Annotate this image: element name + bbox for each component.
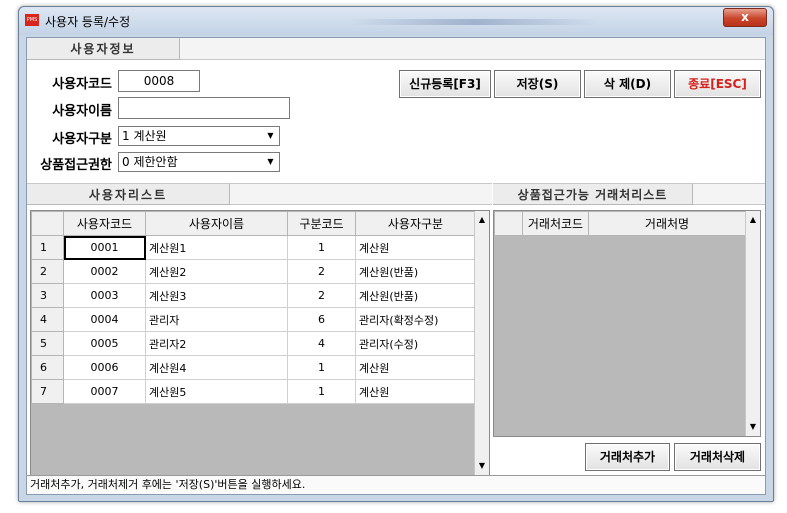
cell-type-code[interactable]: 4 bbox=[287, 331, 356, 356]
status-bar: 거래처추가, 거래처제거 후에는 '저장(S)'버튼을 실행하세요. bbox=[27, 475, 765, 494]
table-row[interactable]: 6 0006 계산원4 1 계산원 bbox=[31, 355, 476, 380]
cell-row-number: 3 bbox=[31, 283, 64, 308]
user-name-label: 사용자이름 bbox=[52, 104, 112, 119]
cell-user-code[interactable]: 0004 bbox=[63, 307, 146, 332]
user-list-body: 1 0001 계산원1 1 계산원 2 0002 계산원2 2 계산원(반품) 3 0003 계산원3 2… bbox=[31, 235, 476, 404]
user-list-header-row: 사용자코드 사용자이름 구분코드 사용자구분 bbox=[31, 211, 476, 236]
cell-row-number: 4 bbox=[31, 307, 64, 332]
new-register-button[interactable]: 신규등록[F3] bbox=[399, 70, 491, 98]
cell-user-code[interactable]: 0005 bbox=[63, 331, 146, 356]
cell-user-name[interactable]: 계산원4 bbox=[145, 355, 288, 380]
cell-user-type[interactable]: 계산원 bbox=[355, 379, 476, 404]
user-name-input[interactable] bbox=[118, 97, 290, 119]
app-icon: PMS bbox=[25, 14, 39, 26]
cell-user-type[interactable]: 계산원 bbox=[355, 355, 476, 380]
col-user-name[interactable]: 사용자이름 bbox=[145, 211, 288, 236]
user-registration-window: PMS 사용자 등록/수정 x 사용자정보 사용자코드 0008 사용자이름 사… bbox=[18, 6, 774, 502]
cell-user-code[interactable]: 0007 bbox=[63, 379, 146, 404]
cell-row-number: 2 bbox=[31, 259, 64, 284]
window-title: 사용자 등록/수정 bbox=[45, 15, 131, 29]
chevron-down-icon[interactable]: ▼ bbox=[264, 129, 277, 143]
col-row-number bbox=[31, 211, 64, 236]
cell-user-name[interactable]: 관리자2 bbox=[145, 331, 288, 356]
user-code-input[interactable]: 0008 bbox=[118, 70, 200, 92]
scroll-down-icon[interactable]: ▼ bbox=[475, 458, 489, 474]
title-bar-blur bbox=[349, 19, 599, 25]
cell-type-code[interactable]: 1 bbox=[287, 235, 356, 260]
product-access-select[interactable]: 0 제한안함 ▼ bbox=[118, 152, 280, 172]
product-access-label: 상품접근권한 bbox=[40, 158, 112, 173]
cell-user-name[interactable]: 계산원1 bbox=[145, 235, 288, 260]
chevron-down-icon[interactable]: ▼ bbox=[264, 155, 277, 169]
delete-button[interactable]: 삭 제(D) bbox=[584, 70, 671, 98]
title-bar[interactable]: PMS 사용자 등록/수정 x bbox=[19, 7, 773, 35]
cell-user-code[interactable]: 0003 bbox=[63, 283, 146, 308]
vendor-list-grid[interactable]: 거래처코드 거래처명 ▲ ▼ bbox=[493, 210, 761, 437]
cell-user-type[interactable]: 계산원 bbox=[355, 235, 476, 260]
cell-type-code[interactable]: 1 bbox=[287, 379, 356, 404]
col-vendor-code[interactable]: 거래처코드 bbox=[522, 211, 589, 236]
cell-type-code[interactable]: 6 bbox=[287, 307, 356, 332]
cell-user-type[interactable]: 관리자(수정) bbox=[355, 331, 476, 356]
user-type-label: 사용자구분 bbox=[52, 132, 112, 147]
exit-button[interactable]: 종료[ESC] bbox=[674, 70, 761, 98]
cell-user-name[interactable]: 계산원2 bbox=[145, 259, 288, 284]
cell-row-number: 1 bbox=[31, 235, 64, 260]
cell-user-code[interactable]: 0002 bbox=[63, 259, 146, 284]
cell-user-type[interactable]: 관리자(확정수정) bbox=[355, 307, 476, 332]
product-access-value: 0 제한안함 bbox=[122, 155, 178, 169]
user-type-select[interactable]: 1 계산원 ▼ bbox=[118, 126, 280, 146]
user-code-label: 사용자코드 bbox=[52, 77, 112, 92]
table-row[interactable]: 1 0001 계산원1 1 계산원 bbox=[31, 235, 476, 260]
col-user-type[interactable]: 사용자구분 bbox=[355, 211, 476, 236]
vendor-list-table: 거래처코드 거래처명 bbox=[494, 211, 746, 236]
cell-type-code[interactable]: 2 bbox=[287, 283, 356, 308]
save-button[interactable]: 저장(S) bbox=[494, 70, 581, 98]
cell-user-type[interactable]: 계산원(반품) bbox=[355, 259, 476, 284]
col-vendor-name[interactable]: 거래처명 bbox=[588, 211, 746, 236]
user-list-grid[interactable]: 사용자코드 사용자이름 구분코드 사용자구분 1 0001 계산원1 1 계산원 2 000… bbox=[30, 210, 490, 476]
cell-row-number: 5 bbox=[31, 331, 64, 356]
delete-vendor-button[interactable]: 거래처삭제 bbox=[674, 443, 761, 471]
table-row[interactable]: 4 0004 관리자 6 관리자(확정수정) bbox=[31, 307, 476, 332]
col-vendor-row-number bbox=[494, 211, 523, 236]
add-vendor-button[interactable]: 거래처추가 bbox=[585, 443, 670, 471]
scroll-up-icon[interactable]: ▲ bbox=[475, 212, 489, 228]
vendor-list-scrollbar[interactable]: ▲ ▼ bbox=[745, 211, 760, 436]
cell-type-code[interactable]: 2 bbox=[287, 259, 356, 284]
vendor-list-header-row: 거래처코드 거래처명 bbox=[494, 211, 746, 236]
cell-user-code[interactable]: 0001 bbox=[63, 235, 146, 260]
cell-user-type[interactable]: 계산원(반품) bbox=[355, 283, 476, 308]
col-user-code[interactable]: 사용자코드 bbox=[63, 211, 146, 236]
table-row[interactable]: 2 0002 계산원2 2 계산원(반품) bbox=[31, 259, 476, 284]
close-icon: x bbox=[741, 10, 749, 24]
cell-user-name[interactable]: 계산원3 bbox=[145, 283, 288, 308]
scroll-down-icon[interactable]: ▼ bbox=[746, 419, 760, 435]
table-row[interactable]: 3 0003 계산원3 2 계산원(반품) bbox=[31, 283, 476, 308]
user-type-value: 1 계산원 bbox=[122, 129, 167, 143]
cell-type-code[interactable]: 1 bbox=[287, 355, 356, 380]
tab-user-info[interactable]: 사용자정보 bbox=[27, 38, 180, 60]
tab-user-list[interactable]: 사용자리스트 bbox=[27, 183, 230, 205]
cell-user-name[interactable]: 계산원5 bbox=[145, 379, 288, 404]
tab-vendor-list[interactable]: 상품접근가능 거래처리스트 bbox=[493, 183, 693, 205]
table-row[interactable]: 5 0005 관리자2 4 관리자(수정) bbox=[31, 331, 476, 356]
user-list-scrollbar[interactable]: ▲ ▼ bbox=[474, 211, 489, 475]
cell-row-number: 6 bbox=[31, 355, 64, 380]
col-type-code[interactable]: 구분코드 bbox=[287, 211, 356, 236]
cell-user-name[interactable]: 관리자 bbox=[145, 307, 288, 332]
scroll-up-icon[interactable]: ▲ bbox=[746, 212, 760, 228]
close-window-button[interactable]: x bbox=[723, 8, 767, 27]
user-list-table: 사용자코드 사용자이름 구분코드 사용자구분 1 0001 계산원1 1 계산원 2 000… bbox=[31, 211, 476, 404]
client-area: 사용자정보 사용자코드 0008 사용자이름 사용자구분 1 계산원 ▼ 상품접… bbox=[26, 37, 766, 495]
cell-row-number: 7 bbox=[31, 379, 64, 404]
table-row[interactable]: 7 0007 계산원5 1 계산원 bbox=[31, 379, 476, 404]
cell-user-code[interactable]: 0006 bbox=[63, 355, 146, 380]
